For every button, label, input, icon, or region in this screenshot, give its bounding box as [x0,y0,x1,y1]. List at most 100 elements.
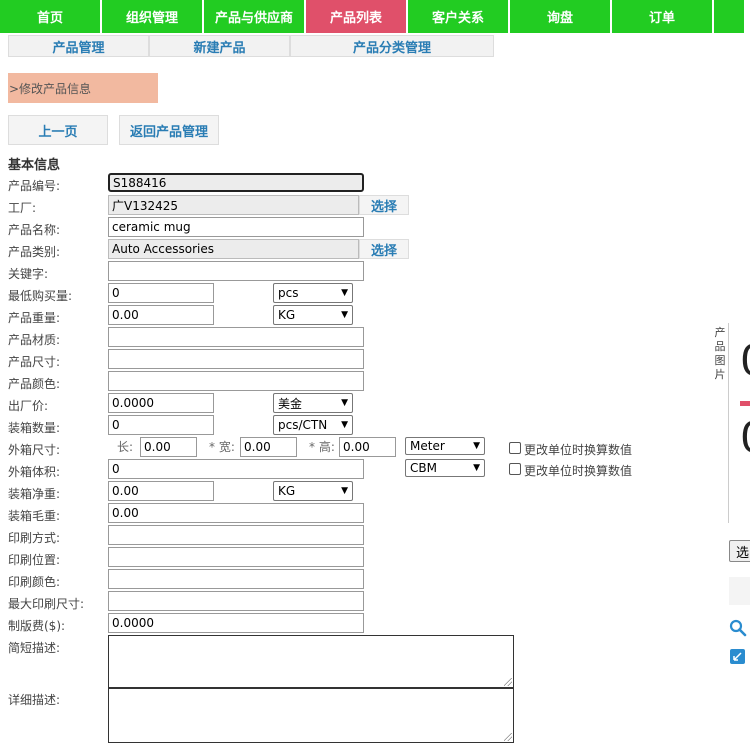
color-field[interactable] [108,371,364,391]
chevron-down-icon: ▼ [341,486,348,496]
chevron-down-icon: ▼ [341,398,348,408]
length-unit-select[interactable]: Meter ▼ [405,437,485,455]
expand-icon[interactable] [730,649,745,664]
print-color-field[interactable] [108,569,364,589]
weight-unit-select[interactable]: KG ▼ [273,305,353,325]
image-placeholder-glyph-2: 0 [740,417,750,459]
moq-label: 最低购买量: [8,289,73,303]
keywords-label: 关键字: [8,267,49,281]
length-label: 长: [117,440,134,454]
breadcrumb: >修改产品信息 [8,73,158,103]
short-desc-label: 简短描述: [8,641,61,655]
max-print-size-label: 最大印刷尺寸: [8,597,85,611]
print-position-field[interactable] [108,547,364,567]
image-preview-box [729,577,750,605]
section-title: 基本信息 [8,158,61,173]
pack-qty-field[interactable]: 0 [108,415,214,435]
nav-more[interactable] [714,0,744,33]
pack-unit-select[interactable]: pcs/CTN ▼ [273,415,353,435]
net-weight-unit-select[interactable]: KG ▼ [273,481,353,501]
factory-field[interactable]: 广V132425 [108,195,359,215]
size-field[interactable] [108,349,364,369]
convert-volume-label: 更改单位时换算数值 [524,464,633,478]
height-label: * 高: [309,440,335,454]
carton-volume-field[interactable]: 0 [108,459,364,479]
short-description-textarea[interactable] [108,635,514,688]
net-weight-field[interactable]: 0.00 [108,481,214,501]
nav-home[interactable]: 首页 [0,0,100,33]
weight-field[interactable]: 0.00 [108,305,214,325]
print-color-label: 印刷颜色: [8,575,61,589]
price-field[interactable]: 0.0000 [108,393,214,413]
nav-products-suppliers[interactable]: 产品与供应商 [204,0,304,33]
moq-unit-select[interactable]: pcs ▼ [273,283,353,303]
choose-category-button[interactable]: 选择 [359,239,409,259]
nav-orders[interactable]: 订单 [612,0,712,33]
length-unit-value: Meter [410,439,445,453]
nav-customers[interactable]: 客户关系 [408,0,508,33]
tab-new-product[interactable]: 新建产品 [149,35,290,57]
moq-unit-value: pcs [278,286,299,300]
tab-product-management[interactable]: 产品管理 [8,35,149,57]
net-weight-unit-value: KG [278,484,296,498]
print-method-label: 印刷方式: [8,531,61,545]
plate-fee-field[interactable]: 0.0000 [108,613,364,633]
nav-product-list[interactable]: 产品列表 [306,0,406,33]
image-placeholder-glyph: 0 [740,340,750,382]
height-field[interactable]: 0.00 [339,437,396,457]
volume-unit-select[interactable]: CBM ▼ [405,459,485,477]
convert-length-label: 更改单位时换算数值 [524,443,633,457]
print-method-field[interactable] [108,525,364,545]
print-position-label: 印刷位置: [8,553,61,567]
color-label: 产品颜色: [8,377,61,391]
moq-field[interactable]: 0 [108,283,214,303]
choose-image-button[interactable]: 选 [729,540,750,562]
gross-weight-field[interactable]: 0.00 [108,503,364,523]
price-label: 出厂价: [8,399,49,413]
convert-length-checkbox[interactable] [509,442,521,454]
weight-unit-value: KG [278,308,296,322]
pack-unit-value: pcs/CTN [278,418,328,432]
chevron-down-icon: ▼ [341,420,348,430]
prev-page-button[interactable]: 上一页 [8,115,108,145]
material-label: 产品材质: [8,333,61,347]
width-field[interactable]: 0.00 [240,437,297,457]
chevron-down-icon: ▼ [473,441,480,451]
currency-value: 美金 [278,396,303,411]
carton-size-label: 外箱尺寸: [8,443,61,457]
chevron-down-icon: ▼ [341,310,348,320]
pack-qty-label: 装箱数量: [8,421,61,435]
detail-description-textarea[interactable] [108,688,514,743]
nav-organization[interactable]: 组织管理 [102,0,202,33]
net-weight-label: 装箱净重: [8,487,61,501]
max-print-size-field[interactable] [108,591,364,611]
sub-nav: 产品管理 新建产品 产品分类管理 [8,35,494,57]
product-image-label: 产品图片 [714,326,726,381]
material-field[interactable] [108,327,364,347]
main-nav: 首页 组织管理 产品与供应商 产品列表 客户关系 询盘 订单 [0,0,750,33]
search-icon[interactable] [729,619,747,637]
resize-grip-icon[interactable] [504,678,512,686]
category-label: 产品类别: [8,245,61,259]
category-field[interactable]: Auto Accessories [108,239,359,259]
keywords-field[interactable] [108,261,364,281]
nav-inquiry[interactable]: 询盘 [510,0,610,33]
code-label: 产品编号: [8,179,61,193]
resize-grip-icon[interactable] [504,733,512,741]
back-to-product-management-button[interactable]: 返回产品管理 [119,115,219,145]
product-name-field[interactable]: ceramic mug [108,217,364,237]
plate-fee-label: 制版费($): [8,619,66,633]
chevron-down-icon: ▼ [473,463,480,473]
tab-category-management[interactable]: 产品分类管理 [290,35,494,57]
factory-label: 工厂: [8,201,37,215]
image-divider [740,401,750,406]
choose-factory-button[interactable]: 选择 [359,195,409,215]
currency-select[interactable]: 美金 ▼ [273,393,353,413]
detail-desc-label: 详细描述: [8,693,61,707]
product-code-field[interactable]: S188416 [108,173,364,192]
convert-volume-checkbox[interactable] [509,463,521,475]
gross-weight-label: 装箱毛重: [8,509,61,523]
weight-label: 产品重量: [8,311,61,325]
length-field[interactable]: 0.00 [140,437,197,457]
width-label: * 宽: [209,440,235,454]
